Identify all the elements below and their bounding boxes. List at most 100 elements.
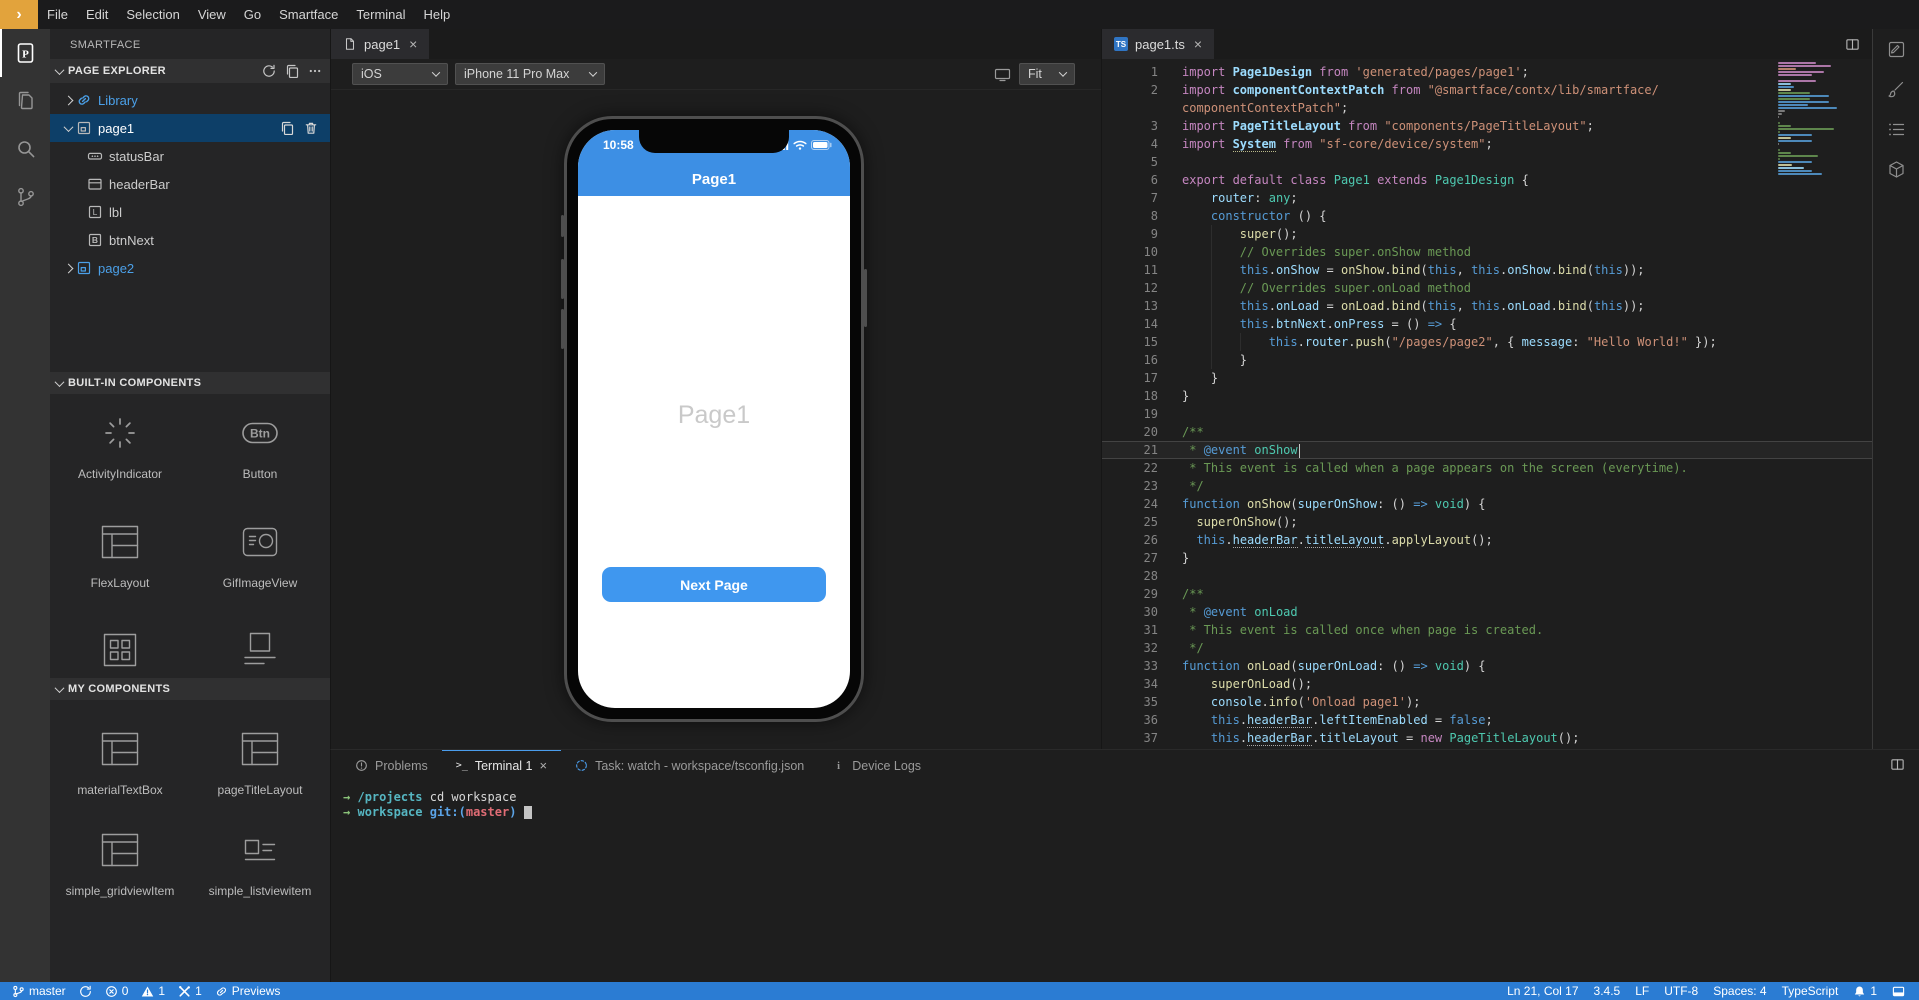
terminal-output[interactable]: → /projects cd workspace → workspace git:… <box>343 790 1909 976</box>
code-line[interactable]: 16 } <box>1102 351 1872 369</box>
zoom-select[interactable]: Fit <box>1019 63 1075 85</box>
my-components-header[interactable]: MY COMPONENTS <box>50 678 330 700</box>
phone-next-page-button[interactable]: Next Page <box>602 567 826 602</box>
component-item-image-view[interactable] <box>190 612 330 678</box>
activity-item-pages[interactable] <box>0 77 50 125</box>
code-line[interactable]: 20 /** <box>1102 423 1872 441</box>
code-line[interactable]: 30 * @event onLoad <box>1102 603 1872 621</box>
status-sync[interactable] <box>79 985 92 998</box>
close-icon[interactable]: × <box>1192 36 1204 52</box>
device-select[interactable]: iPhone 11 Pro Max <box>455 63 605 85</box>
code-line[interactable]: 14 this.btnNext.onPress = () => { <box>1102 315 1872 333</box>
status-indentation[interactable]: Spaces: 4 <box>1713 984 1766 998</box>
more-icon[interactable] <box>308 64 322 78</box>
code-line[interactable]: 11 this.onShow = onShow.bind(this, this.… <box>1102 261 1872 279</box>
code-line[interactable]: 28 <box>1102 567 1872 585</box>
component-item-simple_listviewitem[interactable]: simple_listviewitem <box>190 801 330 902</box>
code-line[interactable]: 6 export default class Page1 extends Page… <box>1102 171 1872 189</box>
menu-file[interactable]: File <box>38 0 77 29</box>
code-line[interactable]: 3 import PageTitleLayout from "components… <box>1102 117 1872 135</box>
status-notifications[interactable]: 1 <box>1853 984 1877 998</box>
app-logo-icon[interactable]: › <box>0 0 38 29</box>
component-item-pageTitleLayout[interactable]: pageTitleLayout <box>190 700 330 801</box>
tab-page1-ts[interactable]: TS page1.ts × <box>1102 29 1215 59</box>
properties-list-icon[interactable] <box>1873 109 1919 149</box>
component-item-GifImageView[interactable]: GifImageView <box>190 503 330 612</box>
status-branch[interactable]: master <box>12 984 66 998</box>
rotate-device-icon[interactable] <box>994 67 1011 82</box>
status-version[interactable]: 3.4.5 <box>1594 984 1621 998</box>
code-line[interactable]: 17 } <box>1102 369 1872 387</box>
page-explorer-header[interactable]: PAGE EXPLORER <box>50 59 330 83</box>
tree-item-lbl[interactable]: Llbl <box>50 198 330 226</box>
code-line[interactable]: 2 import componentContextPatch from "@sma… <box>1102 81 1872 99</box>
activity-item-search[interactable] <box>0 125 50 173</box>
code-line[interactable]: 24 function onShow(superOnShow: () => voi… <box>1102 495 1872 513</box>
design-editor-icon[interactable] <box>1873 29 1919 69</box>
code-line[interactable]: 37 this.headerBar.titleLayout = new Page… <box>1102 729 1872 747</box>
os-select[interactable]: iOS <box>352 63 448 85</box>
status-eol[interactable]: LF <box>1635 984 1649 998</box>
component-item-FlexLayout[interactable]: FlexLayout <box>50 503 190 612</box>
code-line[interactable]: 27} <box>1102 549 1872 567</box>
close-icon[interactable]: × <box>407 36 419 52</box>
tree-item-headerbar[interactable]: headerBar <box>50 170 330 198</box>
duplicate-icon[interactable] <box>280 121 294 135</box>
status-tasks[interactable]: 1 <box>178 984 202 998</box>
component-item-Button[interactable]: Btn Button <box>190 394 330 503</box>
tree-item-library[interactable]: Library <box>50 86 330 114</box>
code-line[interactable]: 31 * This event is called once when page… <box>1102 621 1872 639</box>
code-line[interactable]: 35 console.info('Onload page1'); <box>1102 693 1872 711</box>
code-line[interactable]: 26 this.headerBar.titleLayout.applyLayou… <box>1102 531 1872 549</box>
code-line[interactable]: 22 * This event is called when a page ap… <box>1102 459 1872 477</box>
trash-icon[interactable] <box>304 121 318 135</box>
status-encoding[interactable]: UTF-8 <box>1664 984 1698 998</box>
code-line[interactable]: 8 constructor () { <box>1102 207 1872 225</box>
code-line[interactable]: 36 this.headerBar.leftItemEnabled = fals… <box>1102 711 1872 729</box>
menu-edit[interactable]: Edit <box>77 0 117 29</box>
split-editor-icon[interactable] <box>1845 37 1860 52</box>
code-line[interactable]: 1 import Page1Design from 'generated/page… <box>1102 63 1872 81</box>
minimap[interactable] <box>1778 62 1862 176</box>
code-line[interactable]: 25 superOnShow(); <box>1102 513 1872 531</box>
status-language[interactable]: TypeScript <box>1782 984 1839 998</box>
code-line[interactable]: 23 */ <box>1102 477 1872 495</box>
code-line[interactable]: 5 <box>1102 153 1872 171</box>
code-line[interactable]: 7 router: any; <box>1102 189 1872 207</box>
menu-help[interactable]: Help <box>415 0 460 29</box>
code-line[interactable]: 12 // Overrides super.onLoad method <box>1102 279 1872 297</box>
status-warnings[interactable]: 1 <box>141 984 165 998</box>
activity-item-smartface[interactable]: P <box>0 29 50 77</box>
tree-item-btnnext[interactable]: BbtnNext <box>50 226 330 254</box>
code-line[interactable]: 32 */ <box>1102 639 1872 657</box>
tree-item-page1[interactable]: page1 <box>50 114 330 142</box>
code-line[interactable]: 29 /** <box>1102 585 1872 603</box>
code-area[interactable]: 1 import Page1Design from 'generated/page… <box>1102 59 1872 749</box>
code-line[interactable]: 13 this.onLoad = onLoad.bind(this, this.… <box>1102 297 1872 315</box>
component-item-simple_gridviewItem[interactable]: simple_gridviewItem <box>50 801 190 902</box>
built-in-components-header[interactable]: BUILT-IN COMPONENTS <box>50 372 330 394</box>
activity-item-source-control[interactable] <box>0 173 50 221</box>
component-item-ActivityIndicator[interactable]: ActivityIndicator <box>50 394 190 503</box>
status-cursor-position[interactable]: Ln 21, Col 17 <box>1507 984 1578 998</box>
status-errors[interactable]: 0 <box>105 984 128 998</box>
duplicate-icon[interactable] <box>285 64 299 78</box>
menu-selection[interactable]: Selection <box>117 0 188 29</box>
status-layout-toggle[interactable] <box>1892 985 1905 998</box>
theme-brush-icon[interactable] <box>1873 69 1919 109</box>
status-previews[interactable]: Previews <box>215 984 280 998</box>
component-item-grid-view[interactable] <box>50 612 190 678</box>
panel-tab-problems[interactable]: Problems <box>341 750 442 780</box>
code-line[interactable]: 19 <box>1102 405 1872 423</box>
refresh-icon[interactable] <box>262 64 276 78</box>
code-line[interactable]: 33 function onLoad(superOnLoad: () => voi… <box>1102 657 1872 675</box>
menu-smartface[interactable]: Smartface <box>270 0 347 29</box>
code-line[interactable]: 4 import System from "sf-core/device/syst… <box>1102 135 1872 153</box>
code-line[interactable]: 21 * @event onShow <box>1102 441 1872 459</box>
tree-item-statusbar[interactable]: statusBar <box>50 142 330 170</box>
menu-view[interactable]: View <box>189 0 235 29</box>
panel-layout-icon[interactable] <box>1890 757 1905 772</box>
code-line[interactable]: 34 superOnLoad(); <box>1102 675 1872 693</box>
tab-page1[interactable]: page1 × <box>331 29 430 59</box>
code-line[interactable]: 15 this.router.push("/pages/page2", { me… <box>1102 333 1872 351</box>
